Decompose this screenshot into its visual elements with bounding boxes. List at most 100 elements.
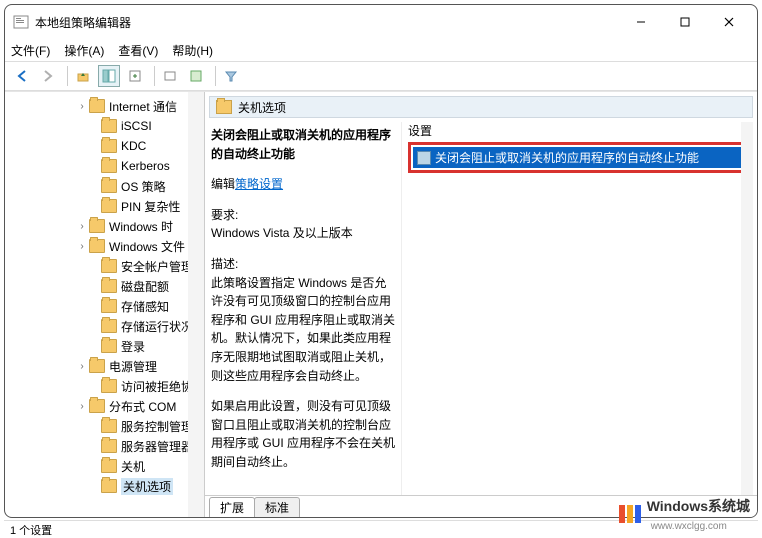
folder-icon xyxy=(101,199,117,213)
tree-item-label: OS 策略 xyxy=(121,178,166,195)
tree-item-label: 电源管理 xyxy=(109,358,157,375)
forward-button[interactable] xyxy=(37,65,59,87)
expand-icon[interactable]: › xyxy=(77,101,87,112)
folder-icon xyxy=(101,179,117,193)
tree-item[interactable]: › 电源管理 xyxy=(5,356,204,376)
tree-item-label: KDC xyxy=(121,139,146,153)
tree-item-label: iSCSI xyxy=(121,119,152,133)
expand-icon[interactable]: › xyxy=(77,401,87,412)
app-icon xyxy=(13,14,29,30)
desc-p1: 此策略设置指定 Windows 是否允许没有可见顶级窗口的控制台应用程序和 GU… xyxy=(211,274,395,386)
tree-item[interactable]: 关机 xyxy=(5,456,204,476)
folder-icon xyxy=(101,379,117,393)
description-block: 描述: 此策略设置指定 Windows 是否允许没有可见顶级窗口的控制台应用程序… xyxy=(211,255,395,385)
tree-item[interactable]: Kerberos xyxy=(5,156,204,176)
export-button[interactable] xyxy=(124,65,146,87)
tree-item[interactable]: › 分布式 COM xyxy=(5,396,204,416)
tree-item[interactable]: 磁盘配额 xyxy=(5,276,204,296)
tree-item-label: 存储感知 xyxy=(121,298,169,315)
folder-icon xyxy=(89,399,105,413)
tree-item-label: 登录 xyxy=(121,338,145,355)
expand-icon[interactable]: › xyxy=(77,221,87,232)
requirement-block: 要求: Windows Vista 及以上版本 xyxy=(211,206,395,243)
tree-item[interactable]: 安全帐户管理 xyxy=(5,256,204,276)
minimize-button[interactable] xyxy=(619,8,663,36)
menu-file[interactable]: 文件(F) xyxy=(11,42,50,59)
back-button[interactable] xyxy=(11,65,33,87)
tree-item-label: PIN 复杂性 xyxy=(121,198,180,215)
tree-item-label: Windows 文件 xyxy=(109,238,185,255)
setting-row-selected[interactable]: 关闭会阻止或取消关机的应用程序的自动终止功能 xyxy=(413,147,742,168)
tree-item[interactable]: 存储运行状况 xyxy=(5,316,204,336)
status-text: 1 个设置 xyxy=(10,525,52,537)
tree-item[interactable]: › Windows 文件 xyxy=(5,236,204,256)
tree-scrollbar[interactable] xyxy=(188,92,204,517)
toolbar xyxy=(5,61,757,91)
tree-item[interactable]: 登录 xyxy=(5,336,204,356)
properties-button[interactable] xyxy=(185,65,207,87)
separator xyxy=(215,66,216,86)
tree-item[interactable]: 服务控制管理 xyxy=(5,416,204,436)
menu-help[interactable]: 帮助(H) xyxy=(172,42,213,59)
folder-icon xyxy=(89,219,105,233)
folder-icon xyxy=(101,459,117,473)
detail-header: 关机选项 xyxy=(209,96,753,118)
window-title: 本地组策略编辑器 xyxy=(35,14,619,31)
folder-icon xyxy=(101,479,117,493)
folder-icon xyxy=(89,99,105,113)
menu-action[interactable]: 操作(A) xyxy=(64,42,104,59)
folder-icon xyxy=(101,159,117,173)
tree-item-label: 存储运行状况 xyxy=(121,318,193,335)
tree-item[interactable]: OS 策略 xyxy=(5,176,204,196)
watermark: Windows系统城 www.wxclgg.com xyxy=(619,496,750,532)
detail-body: 关闭会阻止或取消关机的应用程序的自动终止功能 编辑策略设置 要求: Window… xyxy=(209,122,753,495)
folder-icon xyxy=(89,359,105,373)
tree-item[interactable]: 访问被拒绝协 xyxy=(5,376,204,396)
tab-standard[interactable]: 标准 xyxy=(254,497,300,517)
detail-pane: 关机选项 关闭会阻止或取消关机的应用程序的自动终止功能 编辑策略设置 要求: W… xyxy=(205,92,757,517)
tree-item[interactable]: iSCSI xyxy=(5,116,204,136)
tab-extended[interactable]: 扩展 xyxy=(209,497,255,517)
description-block-2: 如果启用此设置，则没有可见顶级窗口且阻止或取消关机的控制台应用程序或 GUI 应… xyxy=(211,397,395,471)
tree-item-label: 服务控制管理 xyxy=(121,418,193,435)
refresh-button[interactable] xyxy=(159,65,181,87)
description-column: 关闭会阻止或取消关机的应用程序的自动终止功能 编辑策略设置 要求: Window… xyxy=(209,122,401,495)
list-scrollbar[interactable]: ▲ ▼ xyxy=(741,122,753,495)
menu-view[interactable]: 查看(V) xyxy=(118,42,158,59)
tree-item[interactable]: 关机选项 xyxy=(5,476,204,496)
tree-item[interactable]: ›Windows 时 xyxy=(5,216,204,236)
tree-item-label: Kerberos xyxy=(121,159,170,173)
folder-icon xyxy=(101,139,117,153)
policy-icon xyxy=(417,151,431,165)
folder-icon xyxy=(89,239,105,253)
req-label: 要求: xyxy=(211,206,395,225)
show-tree-button[interactable] xyxy=(98,65,120,87)
up-folder-button[interactable] xyxy=(72,65,94,87)
desc-p2: 如果启用此设置，则没有可见顶级窗口且阻止或取消关机的控制台应用程序或 GUI 应… xyxy=(211,397,395,471)
tree-item[interactable]: 服务器管理器 xyxy=(5,436,204,456)
tree-pane[interactable]: › Internet 通信 iSCSI KDC Kerberos OS 策略 PIN 复杂性… xyxy=(5,92,205,517)
tree-item[interactable]: › Internet 通信 xyxy=(5,96,204,116)
column-header-setting[interactable]: 设置 xyxy=(408,122,432,139)
folder-icon xyxy=(101,439,117,453)
req-value: Windows Vista 及以上版本 xyxy=(211,224,395,243)
edit-policy-link[interactable]: 策略设置 xyxy=(235,177,283,191)
folder-icon xyxy=(101,419,117,433)
setting-label: 关闭会阻止或取消关机的应用程序的自动终止功能 xyxy=(435,149,699,166)
tree-item-label: Internet 通信 xyxy=(109,98,177,115)
folder-icon xyxy=(101,119,117,133)
expand-icon[interactable]: › xyxy=(77,241,87,252)
filter-button[interactable] xyxy=(220,65,242,87)
tree-item-label: 分布式 COM xyxy=(109,398,176,415)
close-button[interactable] xyxy=(707,8,751,36)
watermark-brand: Windows系统城 xyxy=(647,498,750,514)
tree-item[interactable]: PIN 复杂性 xyxy=(5,196,204,216)
tree-item[interactable]: 存储感知 xyxy=(5,296,204,316)
tree-item[interactable]: KDC xyxy=(5,136,204,156)
separator xyxy=(67,66,68,86)
tree-item-label: 安全帐户管理 xyxy=(121,258,193,275)
maximize-button[interactable] xyxy=(663,8,707,36)
expand-icon[interactable]: › xyxy=(77,361,87,372)
folder-icon xyxy=(101,299,117,313)
tree-item-label: 磁盘配额 xyxy=(121,278,169,295)
